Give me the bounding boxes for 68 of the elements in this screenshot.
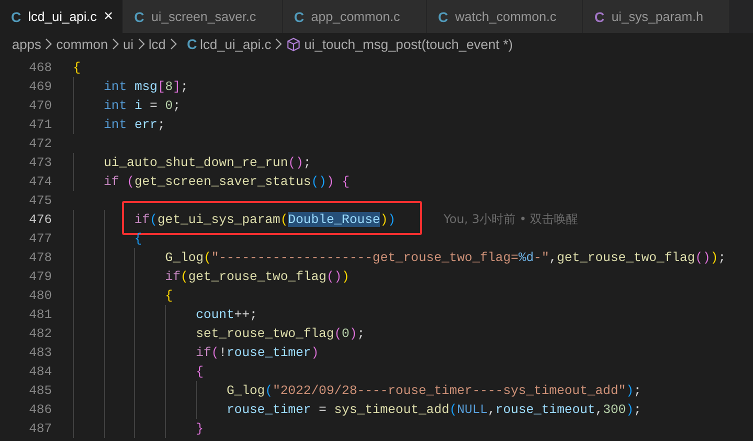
- line-number: 486: [28, 401, 52, 419]
- line-number: 484: [28, 363, 52, 381]
- breadcrumb-item[interactable]: ui: [123, 36, 134, 52]
- breadcrumb-item[interactable]: lcd_ui_api.c: [200, 36, 272, 52]
- breadcrumb-item[interactable]: apps: [12, 36, 42, 52]
- code-line: G_log("--------------------get_rouse_two_flag=%d-",get_rouse_two_flag());: [73, 248, 726, 267]
- c-file-icon: C: [438, 8, 448, 24]
- close-icon[interactable]: ×: [104, 8, 114, 26]
- line-number: 478: [28, 249, 52, 267]
- c-file-icon: C: [11, 8, 22, 24]
- line-number: 469: [28, 78, 52, 96]
- chevron-icon: [168, 38, 178, 50]
- line-number: 485: [28, 382, 52, 400]
- code-line: {: [73, 286, 173, 305]
- line-number: 483: [28, 344, 52, 362]
- line-number: 480: [28, 287, 52, 305]
- line-number: 476: [28, 211, 52, 229]
- breadcrumb-item[interactable]: common: [56, 36, 108, 52]
- code-line: {: [73, 362, 204, 381]
- tab-label: ui_sys_param.h: [611, 9, 704, 24]
- c-file-icon: C: [594, 8, 604, 24]
- tab-label: app_common.c: [311, 9, 400, 24]
- editor-tab[interactable]: C lcd_ui_api.c ×: [0, 0, 124, 33]
- c-file-icon: C: [186, 36, 197, 52]
- line-number: 472: [28, 135, 52, 153]
- line-number: 487: [28, 420, 52, 438]
- code-line: int i = 0;: [73, 96, 181, 115]
- chevron-icon: [44, 38, 54, 50]
- line-number: 473: [28, 154, 52, 172]
- code-line: int err;: [73, 115, 166, 134]
- line-number: 479: [28, 268, 52, 286]
- chevron-icon: [136, 38, 146, 50]
- code-line: {: [73, 229, 142, 248]
- code-line: ui_auto_shut_down_re_run();: [73, 153, 312, 172]
- tab-label: ui_screen_saver.c: [151, 9, 256, 24]
- tab-label: lcd_ui_api.c: [28, 9, 97, 24]
- code-line: rouse_timer = sys_timeout_add(NULL,rouse_timeout,300);: [73, 400, 642, 419]
- line-number: 481: [28, 306, 52, 324]
- chevron-icon: [274, 38, 284, 50]
- line-number: 482: [28, 325, 52, 343]
- code-line: if(get_rouse_two_flag()): [73, 267, 350, 286]
- chevron-icon: [111, 38, 120, 50]
- line-number: 475: [28, 192, 52, 210]
- code-line: if (get_screen_saver_status()) {: [73, 172, 350, 191]
- line-number: 470: [28, 97, 52, 115]
- c-file-icon: C: [134, 8, 144, 24]
- code-line: count++;: [73, 305, 258, 324]
- blame-annotation: You, 3小时前 • 双击唤醒: [444, 211, 578, 228]
- code-line: if(!rouse_timer): [73, 343, 319, 362]
- line-number: 471: [28, 116, 52, 134]
- cube-icon: [286, 36, 302, 52]
- editor-tab[interactable]: C watch_common.c: [427, 0, 584, 33]
- editor-tab[interactable]: C app_common.c: [283, 0, 428, 33]
- code-line: int msg[8];: [73, 77, 188, 96]
- code-line: {: [73, 59, 81, 77]
- line-number: 474: [28, 173, 52, 191]
- code-line: G_log("2022/09/28----rouse_timer----sys_timeout_add");: [73, 381, 642, 400]
- editor-tab[interactable]: C ui_sys_param.h: [583, 0, 730, 33]
- c-file-icon: C: [294, 8, 304, 24]
- line-number: 468: [28, 59, 52, 77]
- editor-tab[interactable]: C ui_screen_saver.c: [123, 0, 284, 33]
- line-number: 477: [28, 230, 52, 248]
- breadcrumb-item[interactable]: ui_touch_msg_post(touch_event *): [304, 36, 513, 52]
- breadcrumb-item[interactable]: lcd: [148, 36, 166, 52]
- tab-label: watch_common.c: [455, 9, 556, 24]
- code-line: set_rouse_two_flag(0);: [73, 324, 365, 343]
- code-line: }: [73, 419, 204, 438]
- code-line: if(get_ui_sys_param(Double_Rouse)): [73, 210, 396, 229]
